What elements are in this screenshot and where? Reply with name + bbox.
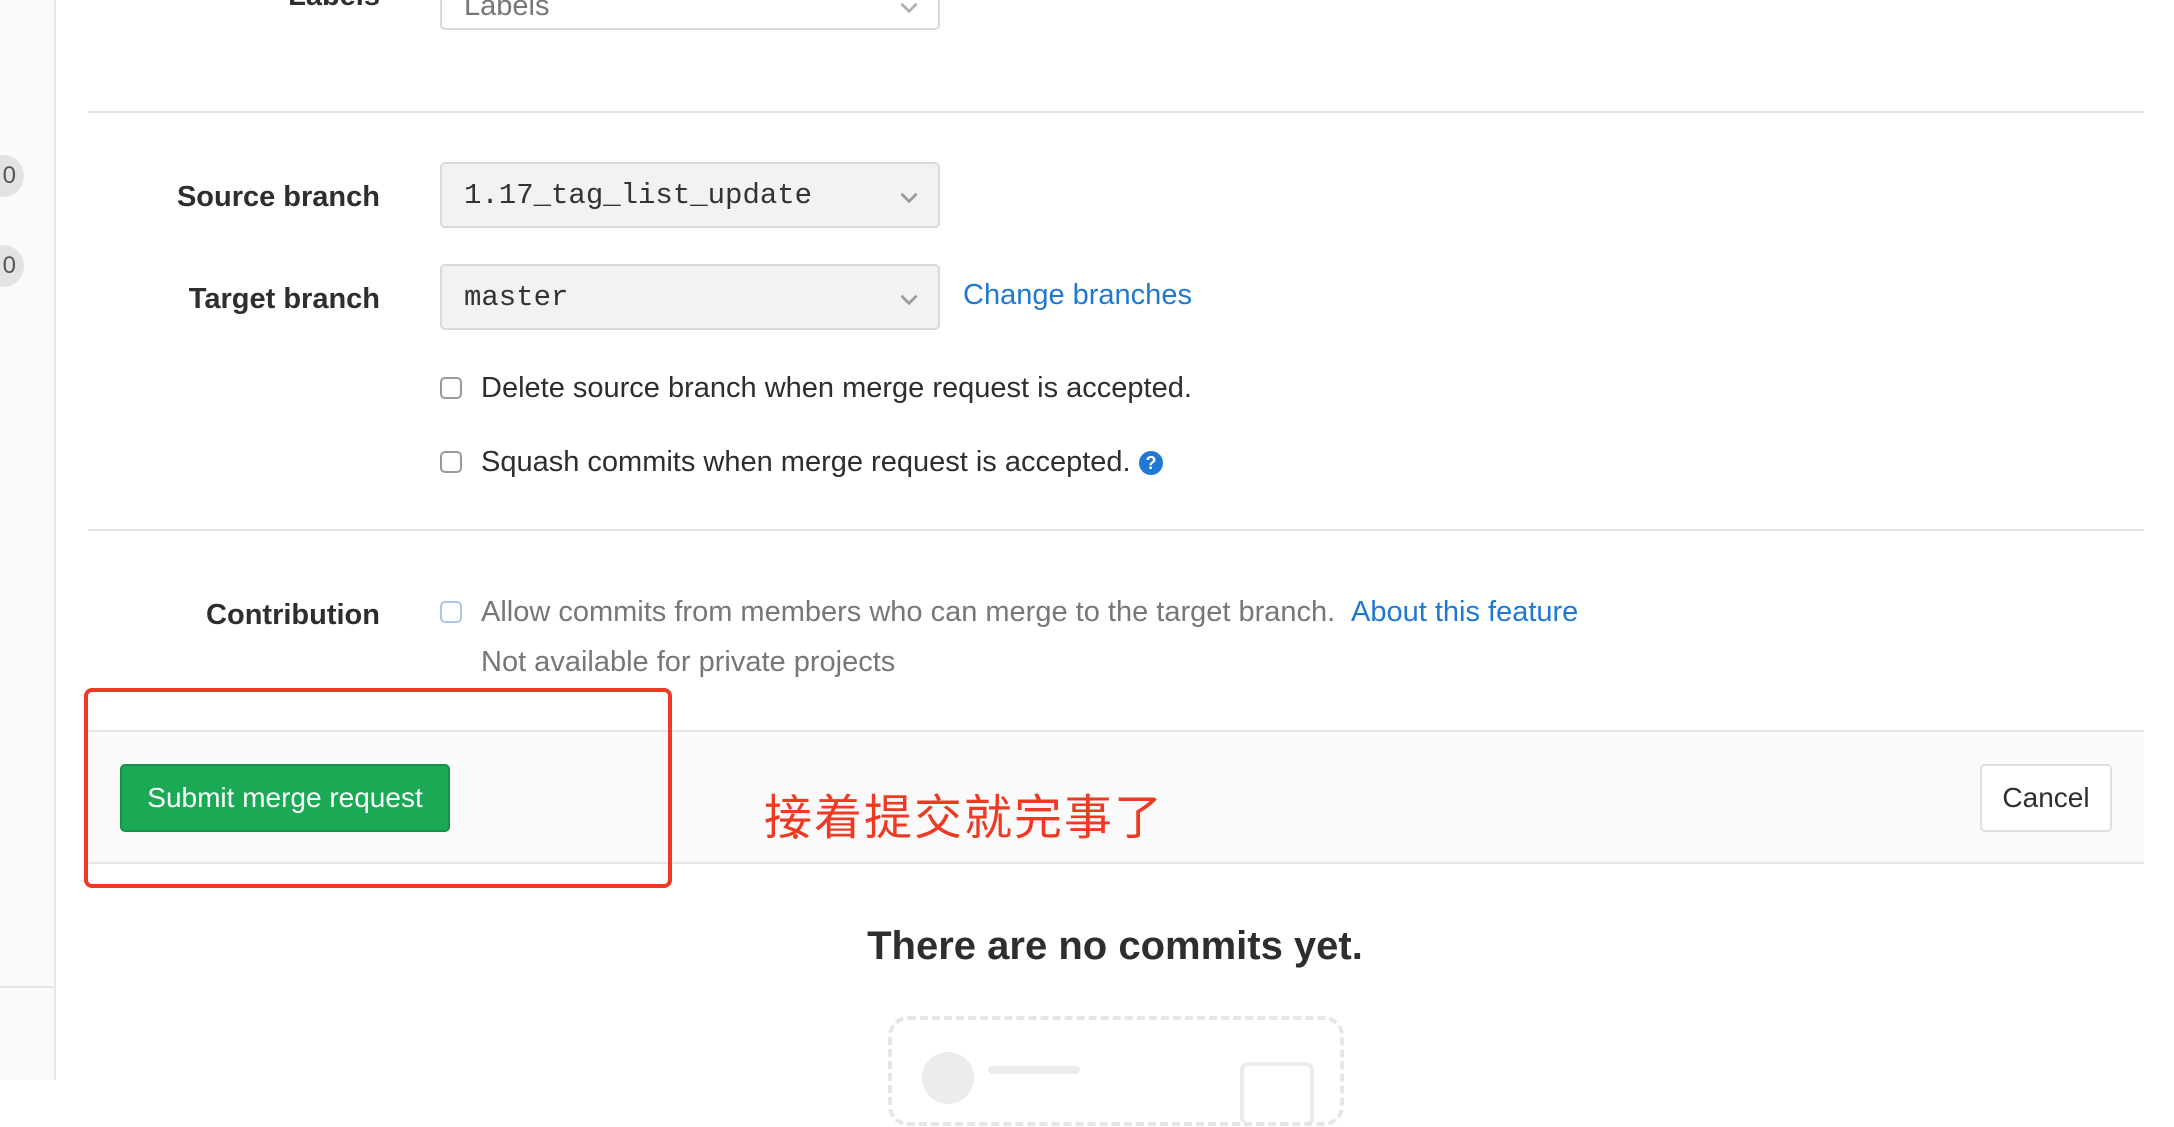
no-commits-title: There are no commits yet.	[867, 924, 1363, 968]
target-branch-dropdown[interactable]: master	[440, 264, 940, 330]
allow-commits-text: Allow commits from members who can merge…	[481, 596, 1336, 628]
sidebar-divider	[0, 986, 54, 988]
chevron-down-icon	[900, 192, 918, 204]
labels-dropdown[interactable]: Labels	[440, 0, 940, 30]
source-branch-label: Source branch	[176, 181, 380, 213]
section-divider	[88, 111, 2144, 113]
target-branch-label: Target branch	[188, 283, 380, 315]
annotation-highlight-box	[84, 688, 672, 888]
svg-text:?: ?	[1146, 453, 1157, 473]
annotation-text: 接着提交就完事了	[764, 790, 1165, 846]
private-projects-note: Not available for private projects	[481, 646, 896, 678]
chevron-down-icon	[900, 2, 918, 14]
annotation-dot	[793, 834, 798, 839]
source-branch-value: 1.17_tag_list_update	[464, 178, 813, 212]
help-icon[interactable]: ?	[1138, 450, 1164, 476]
empty-state-illustration	[888, 1016, 1344, 1126]
labels-label: Labels	[90, 0, 380, 13]
squash-commits-checkbox[interactable]	[440, 451, 462, 473]
section-divider	[88, 529, 2144, 531]
contribution-label: Contribution	[206, 599, 380, 631]
source-branch-dropdown[interactable]: 1.17_tag_list_update	[440, 162, 940, 228]
squash-commits-text: Squash commits when merge request is acc…	[481, 446, 1131, 478]
change-branches-link[interactable]: Change branches	[963, 279, 1192, 312]
target-branch-value: master	[464, 280, 569, 314]
cancel-button[interactable]: Cancel	[1980, 764, 2112, 832]
about-this-feature-link[interactable]: About this feature	[1351, 596, 1578, 629]
delete-source-branch-checkbox[interactable]	[440, 377, 462, 399]
delete-source-branch-text: Delete source branch when merge request …	[481, 372, 1192, 404]
chevron-down-icon	[900, 294, 918, 306]
allow-commits-checkbox[interactable]	[440, 601, 462, 623]
labels-placeholder: Labels	[464, 0, 550, 22]
empty-commits-illustration	[922, 1052, 1314, 1126]
